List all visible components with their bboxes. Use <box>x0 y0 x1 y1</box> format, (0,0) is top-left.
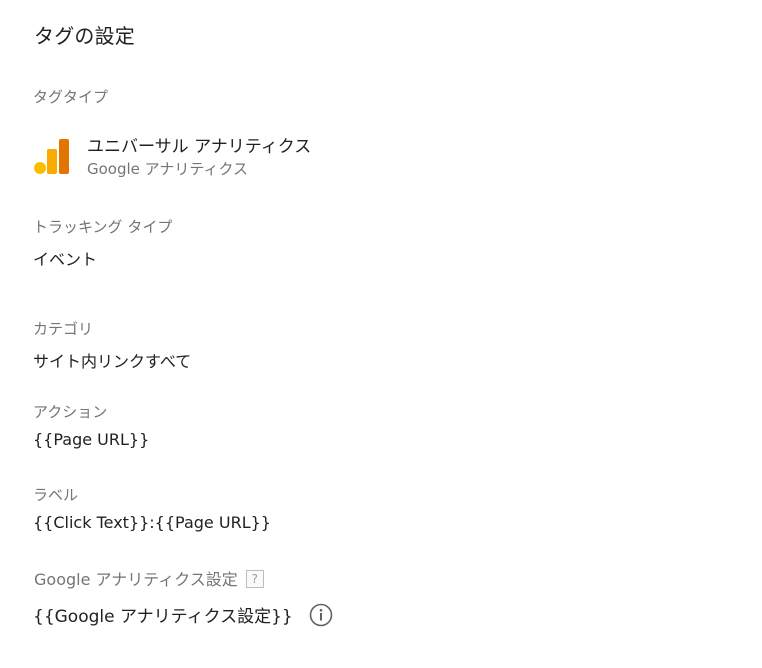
tag-type-row: ユニバーサル アナリティクス Google アナリティクス <box>33 136 311 180</box>
google-analytics-logo-icon <box>33 138 71 176</box>
tracking-type-label: トラッキング タイプ <box>33 218 173 236</box>
action-label: アクション <box>33 403 108 421</box>
category-label: カテゴリ <box>33 320 94 338</box>
ga-settings-value-row: {{Google アナリティクス設定}} <box>33 602 333 627</box>
tag-configuration-panel[interactable]: タグの設定 タグタイプ ユニバーサル アナリティクス Google アナリティク… <box>0 0 762 668</box>
action-value: {{Page URL}} <box>33 430 150 449</box>
tracking-type-value: イベント <box>33 250 98 269</box>
help-icon[interactable]: ? <box>245 570 264 588</box>
ga-settings-value: {{Google アナリティクス設定}} <box>33 607 293 627</box>
ga-settings-label: Google アナリティクス設定 <box>34 570 238 589</box>
tag-type-label: タグタイプ <box>33 88 109 106</box>
category-value: サイト内リンクすべて <box>33 352 192 371</box>
tag-type-provider: Google アナリティクス <box>87 160 249 178</box>
panel-title: タグの設定 <box>34 24 135 48</box>
event-label-value: {{Click Text}}:{{Page URL}} <box>33 513 271 532</box>
info-icon[interactable] <box>309 603 333 627</box>
ga-settings-label-row: Google アナリティクス設定? <box>34 566 264 590</box>
tag-type-name: ユニバーサル アナリティクス <box>87 137 312 157</box>
event-label-label: ラベル <box>33 486 79 504</box>
